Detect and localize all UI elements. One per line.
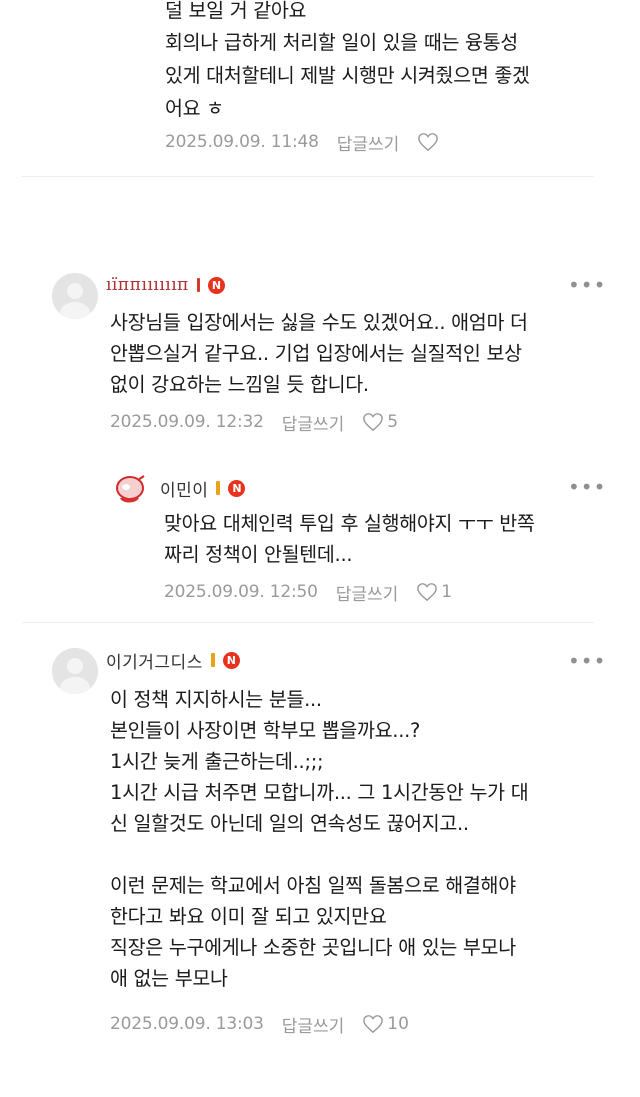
comment-4-text: 이 정책 지지하시는 분들... 본인들이 사장이면 학부모 뽑을까요...? … (110, 684, 630, 994)
like-count: 1 (441, 582, 453, 602)
comment-line: 이런 문제는 학교에서 아침 일찍 돌봄으로 해결해야 (110, 874, 516, 897)
more-options-button[interactable]: ••• (568, 275, 606, 295)
reply-button[interactable]: 답글쓰기 (336, 580, 399, 605)
character-avatar-icon (108, 466, 154, 512)
avatar[interactable] (108, 466, 154, 512)
comment-date: 2025.09.09. 12:32 (110, 412, 264, 432)
comment-line: 짜리 정책이 안될텐데... (164, 543, 353, 566)
comment-3-meta: 2025.09.09. 12:50 답글쓰기 1 (164, 579, 452, 605)
comment-line: 1시간 늦게 출근하는데..;;; (110, 750, 324, 773)
member-badge-icon (216, 481, 221, 495)
comment-line: 한다고 봐요 이미 잘 되고 있지만요 (110, 905, 387, 928)
naver-badge-icon: N (228, 479, 246, 497)
comment-date: 2025.09.09. 11:48 (165, 132, 319, 152)
like-button[interactable] (417, 132, 442, 152)
more-options-button[interactable]: ••• (568, 651, 606, 671)
comment-line: 직장은 누구에게나 소중한 곳입니다 애 있는 부모나 (110, 936, 516, 959)
heart-icon (363, 1015, 384, 1034)
heart-icon (417, 583, 438, 602)
comment-line: 1시간 시급 처주면 모합니까... 그 1시간동안 누가 대 (110, 781, 529, 804)
comment-line: 안뽑으실거 같구요.. 기업 입장에서는 실질적인 보상 (110, 342, 522, 365)
comment-line: 맞아요 대체인력 투입 후 실행해야지 ㅜㅜ 반쪽 (164, 512, 535, 535)
comment-line (110, 839, 630, 870)
comment-1-text: 덜 보일 거 같아요 회의나 급하게 처리할 일이 있을 때는 융통성 있게 대… (165, 0, 625, 124)
comment-line: 어요 ㅎ (165, 97, 224, 120)
member-badge-icon (210, 653, 215, 667)
comment-line: 사장님들 입장에서는 싫을 수도 있겠어요.. 애엄마 더 (110, 311, 528, 334)
default-avatar-icon (52, 648, 98, 694)
comment-2-text: 사장님들 입장에서는 싫을 수도 있겠어요.. 애엄마 더 안뽑으실거 같구요.… (110, 307, 630, 400)
avatar[interactable] (52, 648, 98, 694)
like-button[interactable]: 5 (362, 412, 398, 432)
naver-badge-icon: N (208, 276, 225, 294)
heart-icon (363, 413, 384, 432)
comment-line: 없이 강요하는 느낌일 듯 합니다. (110, 373, 369, 396)
comment-date: 2025.09.09. 12:50 (164, 582, 318, 602)
like-count: 5 (387, 412, 399, 432)
comment-line: 있게 대처할테니 제발 시행만 시켜줬으면 좋겠 (165, 64, 530, 87)
like-button[interactable]: 10 (362, 1014, 409, 1034)
comment-line: 덜 보일 거 같아요 (165, 0, 307, 22)
username[interactable]: 이기거그디스 (106, 648, 203, 673)
comment-4-header: 이기거그디스 N (106, 648, 240, 673)
like-button[interactable]: 1 (416, 582, 452, 602)
reply-button[interactable]: 답글쓰기 (282, 410, 345, 435)
reply-button[interactable]: 답글쓰기 (337, 130, 400, 155)
default-avatar-icon (52, 273, 98, 319)
username[interactable]: 이민이 (160, 476, 208, 501)
comment-3-header: 이민이 N (160, 476, 246, 501)
comment-line: 신 일할것도 아닌데 일의 연속성도 끊어지고.. (110, 812, 469, 835)
heart-icon (418, 133, 439, 152)
comment-2-header: ıı̈ппııııııп N (106, 273, 225, 297)
comment-4-meta: 2025.09.09. 13:03 답글쓰기 10 (110, 1011, 409, 1037)
username[interactable]: ıı̈ппııııııп (106, 275, 189, 295)
divider (22, 622, 594, 623)
comment-line: 회의나 급하게 처리할 일이 있을 때는 융통성 (165, 31, 518, 54)
comment-3-text: 맞아요 대체인력 투입 후 실행해야지 ㅜㅜ 반쪽 짜리 정책이 안될텐데... (164, 508, 629, 570)
comment-2-meta: 2025.09.09. 12:32 답글쓰기 5 (110, 409, 398, 435)
reply-button[interactable]: 답글쓰기 (282, 1012, 345, 1037)
comment-1-meta: 2025.09.09. 11:48 답글쓰기 (165, 129, 442, 155)
comment-line: 본인들이 사장이면 학부모 뽑을까요...? (110, 719, 421, 742)
divider (22, 176, 594, 177)
more-options-button[interactable]: ••• (568, 477, 606, 497)
like-count: 10 (387, 1014, 409, 1034)
comment-date: 2025.09.09. 13:03 (110, 1014, 264, 1034)
naver-badge-icon: N (222, 651, 240, 669)
avatar[interactable] (52, 273, 98, 319)
comment-line: 애 없는 부모나 (110, 967, 228, 990)
comment-line: 이 정책 지지하시는 분들... (110, 688, 322, 711)
member-badge-icon (197, 278, 200, 292)
